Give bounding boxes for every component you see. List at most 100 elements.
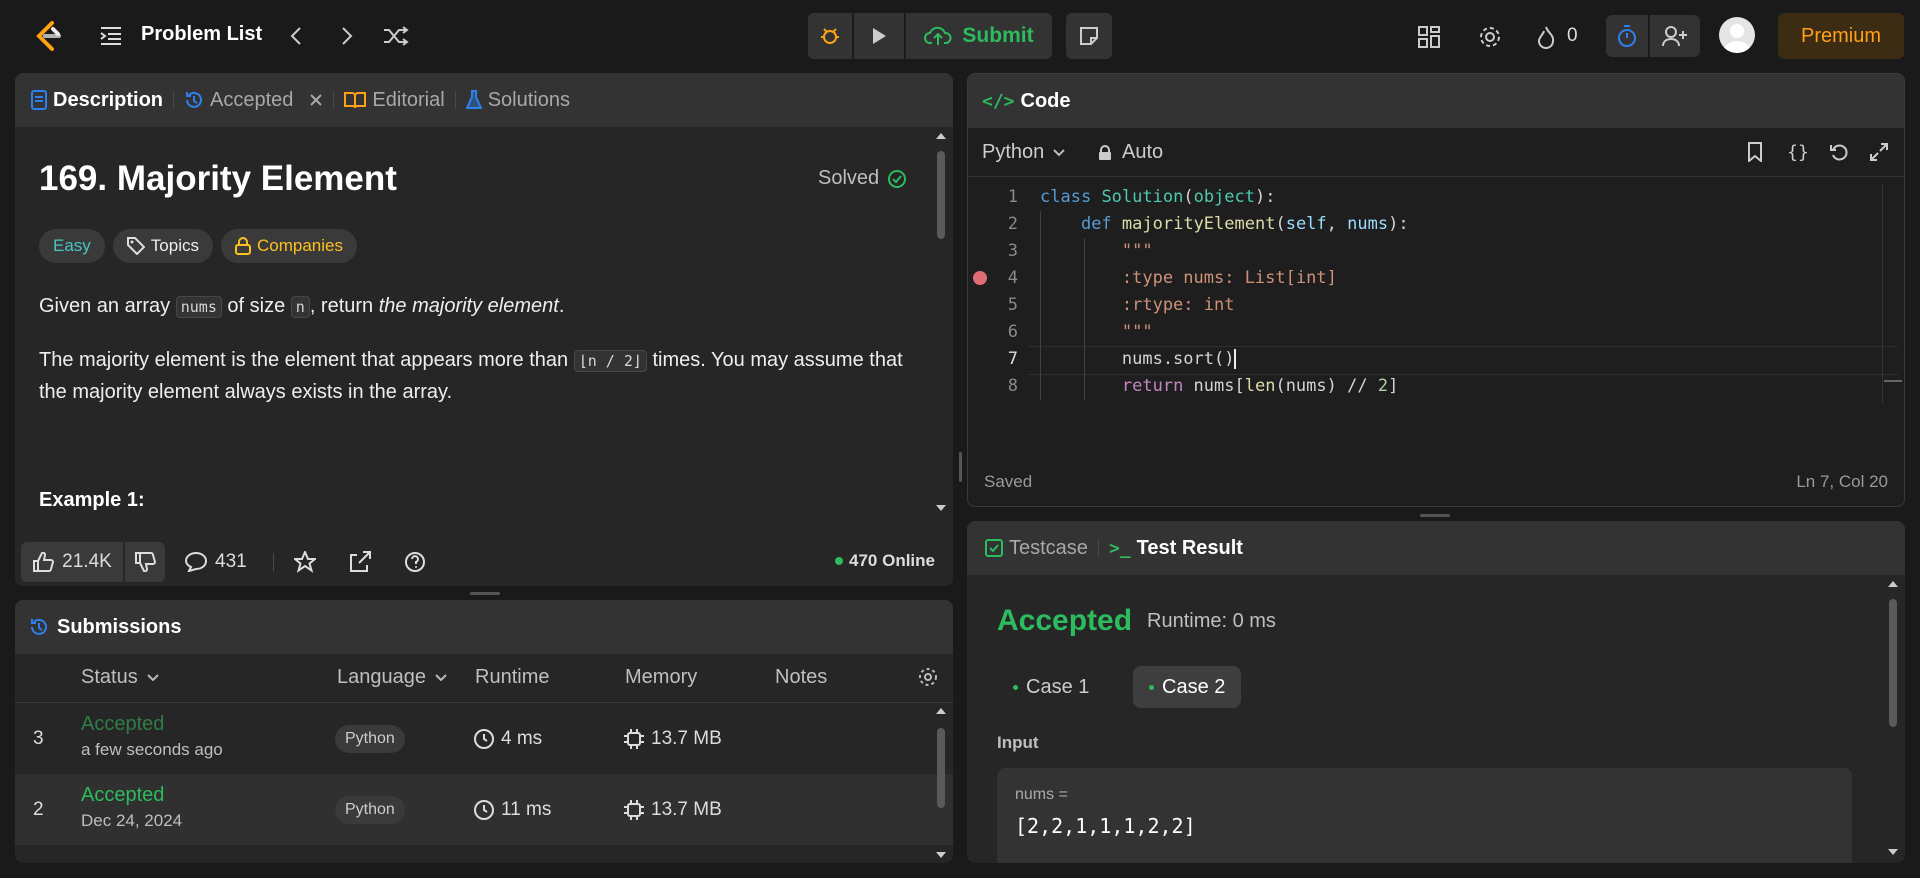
case-2-tab[interactable]: Case 2 bbox=[1133, 666, 1242, 708]
like-button[interactable]: 21.4K bbox=[21, 542, 123, 582]
auto-mode[interactable]: Auto bbox=[1098, 141, 1163, 164]
likes-count: 21.4K bbox=[62, 551, 112, 572]
scroll-up-icon[interactable] bbox=[1886, 579, 1900, 589]
layout-icon[interactable] bbox=[1416, 24, 1442, 50]
solved-indicator: Solved bbox=[818, 167, 907, 190]
comments-button[interactable]: 431 bbox=[185, 542, 247, 582]
editor-scroll-edge bbox=[1882, 184, 1883, 404]
close-icon[interactable] bbox=[309, 93, 323, 107]
language-column-header[interactable]: Language bbox=[337, 666, 448, 689]
bookmark-icon[interactable] bbox=[1744, 141, 1766, 163]
reset-icon[interactable] bbox=[1828, 141, 1850, 163]
line-number: 4 bbox=[1007, 268, 1018, 288]
table-row[interactable]: 2 Accepted Dec 24, 2024 Python 11 ms 13.… bbox=[15, 774, 953, 845]
dislike-button[interactable] bbox=[125, 542, 165, 582]
lock-icon bbox=[1099, 144, 1111, 160]
code-result-resize-handle[interactable] bbox=[1420, 514, 1450, 517]
description-scrollbar[interactable] bbox=[934, 131, 948, 586]
help-icon[interactable] bbox=[403, 550, 427, 574]
status-column-header[interactable]: Status bbox=[81, 666, 160, 689]
result-runtime: Runtime: 0 ms bbox=[1147, 610, 1276, 632]
tab-test-result[interactable]: >_ Test Result bbox=[1099, 521, 1253, 575]
scroll-thumb[interactable] bbox=[1889, 599, 1897, 727]
prev-problem-icon[interactable] bbox=[284, 24, 308, 48]
next-problem-icon[interactable] bbox=[335, 24, 359, 48]
star-icon[interactable] bbox=[293, 550, 317, 574]
submit-button[interactable]: Submit bbox=[906, 13, 1052, 59]
notes-column-header: Notes bbox=[775, 666, 828, 688]
submission-status[interactable]: Accepted a few seconds ago bbox=[81, 713, 223, 760]
settings-gear-icon[interactable] bbox=[1476, 23, 1504, 51]
book-icon bbox=[344, 92, 367, 109]
line-number: 8 bbox=[1007, 376, 1018, 396]
language-select[interactable]: Python bbox=[982, 141, 1066, 164]
timer-button[interactable] bbox=[1606, 15, 1648, 57]
tab-description[interactable]: Description bbox=[21, 73, 173, 127]
premium-button[interactable]: Premium bbox=[1778, 13, 1904, 59]
chevron-down-icon bbox=[1053, 148, 1065, 156]
line-number: 2 bbox=[1007, 214, 1018, 234]
tab-accepted[interactable]: Accepted bbox=[174, 73, 333, 127]
result-scrollbar[interactable] bbox=[1886, 579, 1900, 861]
description-tabs: Description Accepted Editorial Solutions bbox=[15, 73, 953, 127]
fullscreen-icon[interactable] bbox=[1868, 141, 1890, 163]
table-settings-gear-icon[interactable] bbox=[917, 666, 939, 688]
submissions-scrollbar[interactable] bbox=[934, 706, 948, 862]
solved-label: Solved bbox=[818, 167, 880, 189]
history-icon bbox=[186, 91, 203, 108]
result-status: Accepted bbox=[997, 604, 1133, 637]
play-icon bbox=[873, 28, 886, 44]
scroll-thumb[interactable] bbox=[937, 728, 945, 808]
cloud-upload-icon bbox=[924, 26, 952, 45]
scroll-down-icon[interactable] bbox=[1886, 847, 1900, 857]
scroll-down-icon[interactable] bbox=[934, 503, 948, 513]
streak-flame-icon[interactable] bbox=[1534, 23, 1558, 51]
problem-list-link[interactable]: Problem List bbox=[141, 23, 262, 46]
checkbox-icon bbox=[985, 539, 1003, 557]
format-braces-icon[interactable]: {} bbox=[1784, 141, 1812, 163]
status-label[interactable]: Accepted bbox=[81, 784, 182, 807]
top-bar: Problem List Submit 0 Premium bbox=[0, 0, 1920, 72]
shuffle-icon[interactable] bbox=[382, 24, 410, 48]
line-number: 5 bbox=[1007, 295, 1018, 315]
scroll-up-icon[interactable] bbox=[934, 706, 948, 716]
editor-minimap-marker bbox=[1884, 380, 1902, 382]
vertical-resize-handle[interactable] bbox=[959, 452, 962, 482]
tab-editorial[interactable]: Editorial bbox=[334, 73, 454, 127]
code-editor[interactable]: 1 2 3 4 5 6 7 8 class Solution(object): … bbox=[968, 184, 1904, 424]
case-1-tab[interactable]: Case 1 bbox=[997, 666, 1105, 708]
input-box: nums = [2,2,1,1,1,2,2] bbox=[997, 768, 1852, 863]
tab-solutions[interactable]: Solutions bbox=[456, 73, 580, 127]
status-label[interactable]: Accepted bbox=[81, 713, 223, 736]
scroll-down-icon[interactable] bbox=[934, 850, 948, 860]
list-icon[interactable] bbox=[98, 24, 124, 48]
submission-status[interactable]: Accepted Dec 24, 2024 bbox=[81, 784, 182, 831]
code-line: :type nums: List[int] bbox=[1040, 268, 1337, 288]
share-icon[interactable] bbox=[348, 550, 372, 574]
table-row[interactable]: 3 Accepted a few seconds ago Python 4 ms… bbox=[15, 703, 953, 774]
leetcode-logo-icon[interactable] bbox=[30, 18, 66, 54]
footer-separator bbox=[273, 553, 274, 571]
input-label: Input bbox=[997, 733, 1039, 752]
companies-tag[interactable]: Companies bbox=[220, 229, 357, 263]
code-line: def majorityElement(self, nums): bbox=[1080, 214, 1409, 234]
scroll-up-icon[interactable] bbox=[934, 131, 948, 141]
description-panel: Description Accepted Editorial Solutions… bbox=[15, 73, 953, 586]
scroll-thumb[interactable] bbox=[937, 151, 945, 239]
avatar[interactable] bbox=[1719, 17, 1755, 53]
invite-button[interactable] bbox=[1650, 15, 1700, 57]
notes-button[interactable] bbox=[1066, 13, 1112, 59]
code-line: nums.sort() bbox=[1040, 349, 1237, 369]
tab-testcase[interactable]: Testcase bbox=[975, 521, 1098, 575]
topics-tag[interactable]: Topics bbox=[112, 229, 213, 263]
add-user-icon bbox=[1662, 26, 1687, 47]
line-number: 1 bbox=[1007, 187, 1018, 207]
lock-icon bbox=[234, 237, 251, 255]
run-button[interactable] bbox=[854, 13, 904, 59]
debug-icon bbox=[821, 28, 839, 44]
note-icon bbox=[1080, 27, 1098, 45]
tab-solutions-label: Solutions bbox=[487, 88, 570, 111]
debug-button[interactable] bbox=[808, 13, 852, 59]
horizontal-resize-handle[interactable] bbox=[470, 592, 500, 595]
thumbs-down-icon bbox=[135, 552, 156, 572]
